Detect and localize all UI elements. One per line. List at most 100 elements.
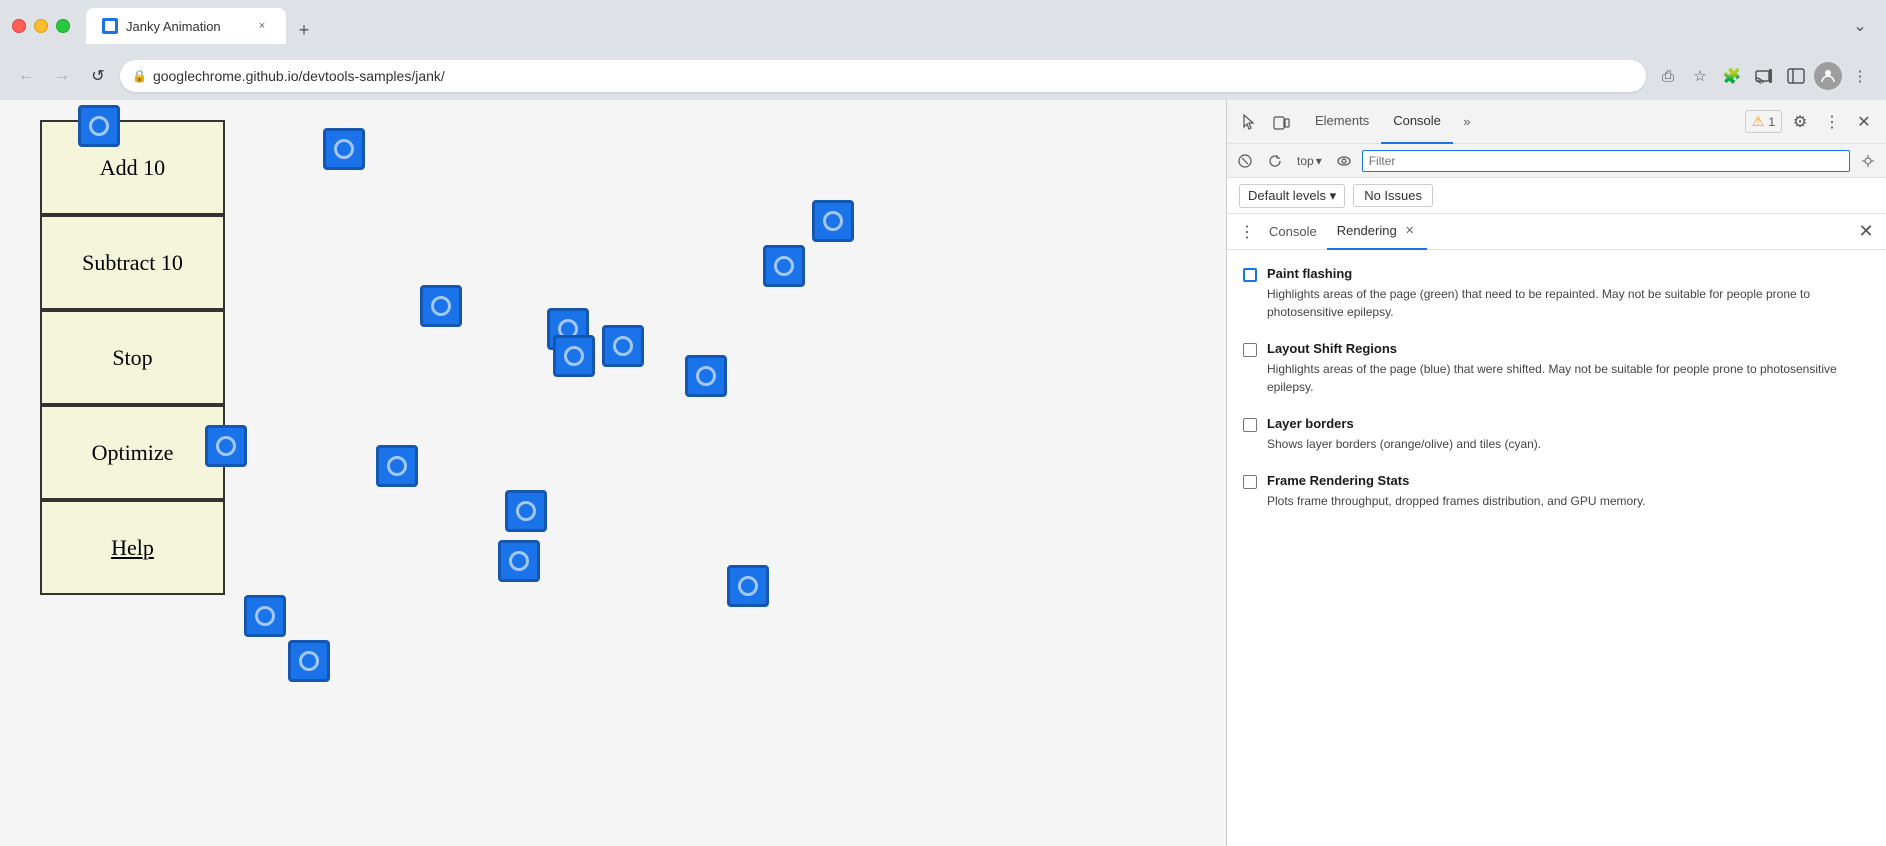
layer-borders-checkbox[interactable] — [1243, 418, 1257, 432]
blue-square — [602, 325, 644, 367]
console-eye-button[interactable] — [1332, 149, 1356, 173]
layout-shift-option: Layout Shift Regions Highlights areas of… — [1243, 341, 1870, 396]
devtools-drawer-close[interactable]: ✕ — [1854, 220, 1878, 244]
new-tab-button[interactable]: + — [290, 16, 318, 44]
blue-square — [505, 490, 547, 532]
drawer-more-button[interactable]: ⋮ — [1235, 220, 1259, 244]
devtools-more-tabs[interactable]: » — [1453, 108, 1481, 136]
filter-settings-button[interactable] — [1856, 149, 1880, 173]
paint-flashing-checkbox-container — [1243, 268, 1257, 282]
cast-button[interactable] — [1750, 62, 1778, 90]
tabs-area: Janky Animation × + — [78, 8, 1838, 44]
warning-icon: ⚠ — [1752, 113, 1765, 130]
add10-button[interactable]: Add 10 — [40, 120, 225, 215]
frame-rendering-stats-desc: Plots frame throughput, dropped frames d… — [1267, 492, 1870, 510]
blue-square — [763, 245, 805, 287]
bookmark-button[interactable]: ☆ — [1686, 62, 1714, 90]
paint-flashing-checkbox[interactable] — [1243, 268, 1257, 282]
warning-count: 1 — [1768, 115, 1775, 129]
address-text: googlechrome.github.io/devtools-samples/… — [153, 68, 1634, 84]
sidebar-button[interactable] — [1782, 62, 1810, 90]
devtools-device-toggle[interactable] — [1267, 108, 1295, 136]
back-button[interactable]: ← — [12, 62, 40, 90]
context-selector[interactable]: top ▾ — [1293, 152, 1326, 170]
devtools-top-bar: Elements Console » ⚠ 1 ⚙ ⋮ ✕ — [1227, 100, 1886, 144]
profile-button[interactable] — [1814, 62, 1842, 90]
paint-flashing-row: Paint flashing Highlights areas of the p… — [1243, 266, 1870, 321]
tab-title: Janky Animation — [126, 19, 246, 34]
blue-square — [244, 595, 286, 637]
devtools-select-tool[interactable] — [1235, 108, 1263, 136]
paint-flashing-title: Paint flashing — [1267, 266, 1870, 281]
traffic-lights — [12, 19, 70, 33]
devtools-settings-button[interactable]: ⚙ — [1786, 108, 1814, 136]
frame-rendering-stats-title: Frame Rendering Stats — [1267, 473, 1870, 488]
blue-square — [553, 335, 595, 377]
reload-button[interactable]: ↺ — [84, 62, 112, 90]
stop-button[interactable]: Stop — [40, 310, 225, 405]
layer-borders-title: Layer borders — [1267, 416, 1870, 431]
paint-flashing-option: Paint flashing Highlights areas of the p… — [1243, 266, 1870, 321]
maximize-window-button[interactable] — [56, 19, 70, 33]
devtools-drawer-tabs: ⋮ Console Rendering ✕ ✕ — [1227, 214, 1886, 250]
console-reload-button[interactable] — [1263, 149, 1287, 173]
layout-shift-checkbox-container — [1243, 343, 1257, 357]
layout-shift-row: Layout Shift Regions Highlights areas of… — [1243, 341, 1870, 396]
devtools-tab-console[interactable]: Console — [1381, 100, 1453, 144]
layout-shift-desc: Highlights areas of the page (blue) that… — [1267, 360, 1870, 396]
browser-frame: Janky Animation × + ⌄ ← → ↺ 🔒 googlechro… — [0, 0, 1886, 846]
optimize-button[interactable]: Optimize — [40, 405, 225, 500]
blue-square — [78, 105, 120, 147]
blue-square — [812, 200, 854, 242]
devtools-more-button[interactable]: ⋮ — [1818, 108, 1846, 136]
console-clear-button[interactable] — [1233, 149, 1257, 173]
frame-rendering-stats-checkbox[interactable] — [1243, 475, 1257, 489]
close-window-button[interactable] — [12, 19, 26, 33]
paint-flashing-desc: Highlights areas of the page (green) tha… — [1267, 285, 1870, 321]
layer-borders-desc: Shows layer borders (orange/olive) and t… — [1267, 435, 1870, 453]
frame-rendering-stats-checkbox-container — [1243, 475, 1257, 489]
share-button[interactable]: ⎙ — [1654, 62, 1682, 90]
subtract10-button[interactable]: Subtract 10 — [40, 215, 225, 310]
tab-favicon — [102, 18, 118, 34]
help-button[interactable]: Help — [40, 500, 225, 595]
blue-square — [420, 285, 462, 327]
console-filter-input[interactable] — [1362, 150, 1850, 172]
drawer-tab-rendering-close[interactable]: ✕ — [1403, 224, 1417, 238]
layout-shift-checkbox[interactable] — [1243, 343, 1257, 357]
minimize-window-button[interactable] — [34, 19, 48, 33]
devtools-panel: Elements Console » ⚠ 1 ⚙ ⋮ ✕ — [1226, 100, 1886, 846]
layer-borders-option: Layer borders Shows layer borders (orang… — [1243, 416, 1870, 453]
rendering-panel: Paint flashing Highlights areas of the p… — [1227, 250, 1886, 846]
browser-tab[interactable]: Janky Animation × — [86, 8, 286, 44]
nav-bar: ← → ↺ 🔒 googlechrome.github.io/devtools-… — [0, 52, 1886, 100]
devtools-right-actions: ⚠ 1 ⚙ ⋮ ✕ — [1745, 108, 1878, 136]
drawer-tab-console[interactable]: Console — [1259, 214, 1327, 250]
tab-close-button[interactable]: × — [254, 18, 270, 34]
window-controls: ⌄ — [1846, 12, 1874, 40]
no-issues-button[interactable]: No Issues — [1353, 184, 1433, 207]
frame-rendering-stats-option: Frame Rendering Stats Plots frame throug… — [1243, 473, 1870, 510]
lock-icon: 🔒 — [132, 69, 147, 83]
address-bar[interactable]: 🔒 googlechrome.github.io/devtools-sample… — [120, 60, 1646, 92]
extensions-button[interactable]: 🧩 — [1718, 62, 1746, 90]
layer-borders-checkbox-container — [1243, 418, 1257, 432]
drawer-tab-rendering[interactable]: Rendering ✕ — [1327, 214, 1427, 250]
devtools-tabs: Elements Console » — [1299, 100, 1741, 144]
devtools-tab-elements[interactable]: Elements — [1303, 100, 1381, 144]
default-levels-button[interactable]: Default levels ▾ — [1239, 184, 1345, 208]
devtools-levels-bar: Default levels ▾ No Issues — [1227, 178, 1886, 214]
menu-button[interactable]: ⋮ — [1846, 62, 1874, 90]
window-collapse-button[interactable]: ⌄ — [1846, 12, 1874, 40]
blue-square — [727, 565, 769, 607]
blue-square — [205, 425, 247, 467]
forward-button[interactable]: → — [48, 62, 76, 90]
webpage: Add 10 Subtract 10 Stop Optimize Help — [0, 100, 1226, 846]
tab-favicon-inner — [105, 21, 115, 31]
title-bar: Janky Animation × + ⌄ — [0, 0, 1886, 52]
frame-rendering-stats-row: Frame Rendering Stats Plots frame throug… — [1243, 473, 1870, 510]
blue-square — [685, 355, 727, 397]
warning-badge[interactable]: ⚠ 1 — [1745, 110, 1782, 133]
context-arrow: ▾ — [1316, 154, 1322, 168]
devtools-close-button[interactable]: ✕ — [1850, 108, 1878, 136]
